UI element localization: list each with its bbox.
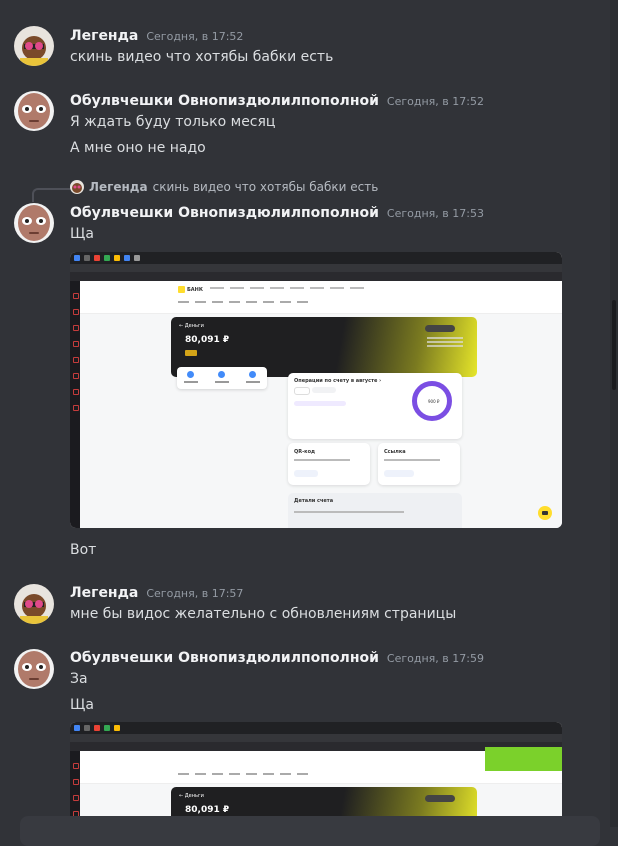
taskbar (70, 252, 562, 264)
bank-page: БАНК ← Деньги 80,091 ₽ Операции по счету… (80, 281, 562, 528)
account-pill (425, 795, 455, 802)
scrollbar-thumb[interactable] (612, 300, 616, 390)
account-actions (177, 367, 267, 389)
avatar[interactable] (14, 584, 54, 624)
account-balance: 80,091 ₽ (185, 805, 230, 815)
timestamp: Сегодня, в 17:52 (146, 30, 244, 43)
browser-sidebar (70, 281, 80, 528)
timestamp: Сегодня, в 17:59 (386, 652, 484, 665)
image-attachment[interactable]: ← Деньги 80,091 ₽ (70, 722, 562, 827)
message-text: А мне оно не надо (70, 140, 206, 156)
message-text: Вот (70, 542, 97, 558)
image-attachment[interactable]: БАНК ← Деньги 80,091 ₽ Операции по счету… (70, 252, 562, 528)
browser-tabs (70, 734, 562, 742)
qr-card: QR-код (288, 443, 370, 485)
author-name[interactable]: Легенда (70, 28, 138, 44)
reply-author[interactable]: Легенда (89, 180, 148, 194)
spending-ring: 900 ₽ (412, 381, 452, 421)
reply-connector (32, 188, 70, 202)
bank-logo: БАНК (178, 286, 203, 293)
bank-header: БАНК (80, 281, 562, 314)
author-name[interactable]: Обулвчешки Овнопиздюлилпополной (70, 93, 379, 109)
avatar[interactable] (14, 649, 54, 689)
account-title: ← Деньги (179, 793, 204, 799)
timestamp: Сегодня, в 17:53 (386, 207, 484, 220)
browser-url-bar (70, 272, 562, 281)
green-banner (485, 747, 562, 771)
message-text: мне бы видос желательно с обновлениям ст… (70, 606, 457, 622)
avatar[interactable] (14, 91, 54, 131)
author-name[interactable]: Легенда (70, 585, 138, 601)
details-card: Детали счета (288, 493, 462, 528)
link-card: Ссылка (378, 443, 460, 485)
message-text: Я ждать буду только месяц (70, 114, 276, 130)
timestamp: Сегодня, в 17:57 (146, 587, 244, 600)
author-name[interactable]: Обулвчешки Овнопиздюлилпополной (70, 650, 379, 666)
taskbar (70, 722, 562, 734)
operations-card: Операции по счету в августе › 900 ₽ (288, 373, 462, 439)
avatar[interactable] (14, 203, 54, 243)
reply-text: скинь видео что хотябы бабки есть (152, 180, 379, 194)
chat-icon (538, 506, 552, 520)
avatar[interactable] (14, 26, 54, 66)
author-name[interactable]: Обулвчешки Овнопиздюлилпополной (70, 205, 379, 221)
message-text: Ща (70, 226, 94, 242)
reply-reference[interactable]: Легенда скинь видео что хотябы бабки ест… (70, 180, 378, 194)
account-title: ← Деньги (179, 323, 204, 329)
avatar (70, 180, 84, 194)
account-pill (425, 325, 455, 332)
message-text: скинь видео что хотябы бабки есть (70, 49, 334, 65)
message-text: Ща (70, 697, 94, 713)
timestamp: Сегодня, в 17:52 (386, 95, 484, 108)
browser-tabs (70, 264, 562, 272)
chat-scrollbar[interactable] (610, 0, 618, 827)
card-icon (185, 350, 197, 356)
account-balance: 80,091 ₽ (185, 335, 230, 345)
message-input[interactable] (20, 816, 600, 846)
message-text: За (70, 671, 88, 687)
